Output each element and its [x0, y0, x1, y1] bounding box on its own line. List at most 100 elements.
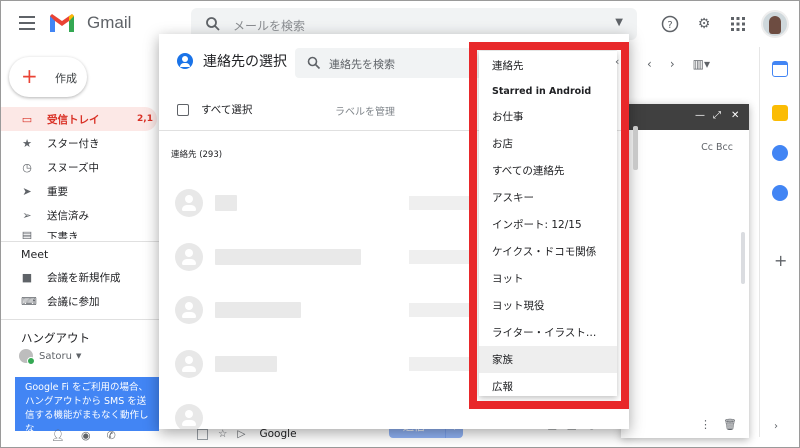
contact-name-redacted [215, 195, 237, 211]
meet-item-label: 会議を新規作成 [47, 270, 121, 285]
highlight-annotation-frame [469, 42, 629, 409]
user-avatar [19, 349, 33, 363]
contacts-icon [177, 53, 193, 69]
contact-email-redacted [409, 250, 469, 264]
more-options-icon[interactable]: ⋮ [700, 418, 711, 431]
contact-avatar [175, 404, 203, 429]
svg-text:?: ? [667, 20, 672, 31]
contacts-icon[interactable] [772, 185, 788, 201]
draft-icon: ▤ [21, 229, 33, 239]
checkbox[interactable] [177, 104, 189, 116]
select-all-checkbox[interactable]: すべて選択 [177, 102, 252, 117]
inbox-icon: ▭ [21, 113, 33, 126]
contact-name-redacted [215, 249, 361, 265]
sidebar-item-drafts[interactable]: ▤ 下書き [1, 227, 159, 239]
row-sender: Google [260, 428, 297, 440]
hangouts-bottom-bar: 👤︎ ◉ ✆ [51, 429, 116, 442]
chevron-right-icon[interactable]: › [774, 421, 778, 432]
video-icon: ■ [21, 271, 33, 284]
person-icon[interactable]: 👤︎ [51, 429, 65, 442]
sidebar-item-label: 重要 [47, 184, 68, 199]
contact-search-placeholder: 連絡先を検索 [329, 56, 395, 72]
contact-email-redacted [409, 357, 469, 371]
compose-footer-right: ⋮ 🗑︎ [700, 418, 737, 431]
chat-bubble-icon[interactable]: ◉ [81, 429, 91, 442]
sidebar-item-label: スター付き [47, 136, 100, 151]
chevron-right-icon[interactable]: › [670, 57, 675, 71]
meet-join-meeting[interactable]: ⌨ 会議に参加 [1, 289, 159, 313]
contact-name-redacted [215, 302, 301, 318]
chevron-left-icon[interactable]: ‹ [647, 57, 652, 71]
search-icon [307, 56, 321, 70]
sidebar-item-label: 下書き [47, 229, 79, 239]
sidebar-item-snoozed[interactable]: ◷ スヌーズ中 [1, 155, 159, 179]
row-star-icon[interactable]: ☆ [218, 428, 227, 440]
chevron-down-icon: ▼ [76, 352, 81, 360]
mail-search-placeholder: メールを検索 [233, 17, 305, 34]
compose-header: — ⤢ ✕ [621, 104, 749, 130]
sidebar-nav: ▭ 受信トレイ 2,1 ★ スター付き ◷ スヌーズ中 ➤ 重要 ➢ 送信済み … [1, 107, 159, 239]
sidebar-item-important[interactable]: ➤ 重要 [1, 179, 159, 203]
fullscreen-icon[interactable]: ⤢ [713, 110, 721, 121]
gmail-logo [49, 13, 75, 33]
send-icon: ➢ [21, 209, 33, 222]
compose-button[interactable]: + 作成 [9, 57, 87, 97]
sidebar-item-label: スヌーズ中 [47, 160, 99, 175]
meet-heading: Meet [21, 248, 48, 261]
settings-gear-icon[interactable]: ⚙ [693, 13, 715, 35]
row-checkbox[interactable] [197, 429, 208, 440]
trash-icon[interactable]: 🗑︎ [723, 418, 737, 431]
contact-avatar [175, 243, 203, 271]
contact-email-redacted [409, 303, 469, 317]
compose-window: — ⤢ ✕ Cc Bcc [621, 104, 749, 438]
mail-list-row[interactable]: ☆ ▷ Google [197, 428, 297, 440]
side-panel-rail: + › [759, 47, 799, 437]
tasks-icon[interactable] [772, 145, 788, 161]
contact-name-redacted [215, 356, 277, 372]
minimize-icon[interactable]: — [695, 110, 705, 121]
compose-plus-icon: + [21, 67, 38, 85]
sidebar-item-sent[interactable]: ➢ 送信済み [1, 203, 159, 227]
add-addon-icon[interactable]: + [774, 251, 787, 270]
phone-icon[interactable]: ✆ [107, 429, 116, 442]
contact-count: 連絡先 (293) [171, 148, 222, 160]
clock-icon: ◷ [21, 161, 33, 174]
apps-grid-icon[interactable] [727, 13, 749, 35]
dialog-scrollbar[interactable] [633, 126, 638, 170]
meet-new-meeting[interactable]: ■ 会議を新規作成 [1, 265, 159, 289]
sidebar-item-inbox[interactable]: ▭ 受信トレイ 2,1 [1, 107, 157, 131]
contact-email-redacted [409, 196, 469, 210]
close-icon[interactable]: ✕ [731, 110, 739, 121]
keep-icon[interactable] [772, 105, 788, 121]
calendar-icon[interactable] [772, 61, 788, 77]
hangouts-promo-banner: Google Fi をご利用の場合、ハングアウトから SMS を送信する機能がま… [15, 377, 159, 431]
main-menu-icon[interactable] [19, 16, 35, 30]
sidebar-divider [1, 319, 159, 320]
gmail-logo-text: Gmail [87, 13, 131, 33]
sidebar-item-label: 送信済み [47, 208, 89, 223]
manage-labels-button[interactable]: ラベルを管理 [335, 103, 395, 118]
split-view-icon[interactable]: ▥▾ [693, 57, 710, 71]
meet-item-label: 会議に参加 [47, 294, 100, 309]
account-avatar[interactable] [761, 10, 789, 38]
hangouts-user[interactable]: Satoru ▼ [19, 349, 81, 363]
search-icon [205, 16, 221, 32]
cc-bcc-toggle[interactable]: Cc Bcc [701, 142, 733, 153]
select-all-label: すべて選択 [201, 102, 252, 117]
sidebar-item-label: 受信トレイ [47, 112, 100, 127]
meet-section: ■ 会議を新規作成 ⌨ 会議に参加 [1, 265, 159, 313]
compose-label: 作成 [55, 70, 77, 86]
sidebar-item-starred[interactable]: ★ スター付き [1, 131, 159, 155]
row-important-icon[interactable]: ▷ [237, 428, 245, 440]
contact-avatar [175, 296, 203, 324]
contact-avatar [175, 350, 203, 378]
inbox-count: 2,1 [137, 114, 153, 124]
search-options-icon[interactable]: ▼ [615, 17, 623, 28]
star-icon: ★ [21, 137, 33, 150]
dialog-title: 連絡先の選択 [203, 51, 287, 71]
mail-toolbar: ‹ › ▥▾ [647, 57, 710, 71]
hangouts-heading: ハングアウト [21, 330, 90, 346]
compose-scrollbar[interactable] [741, 232, 745, 284]
contact-avatar [175, 189, 203, 217]
help-icon[interactable]: ? [659, 13, 681, 35]
